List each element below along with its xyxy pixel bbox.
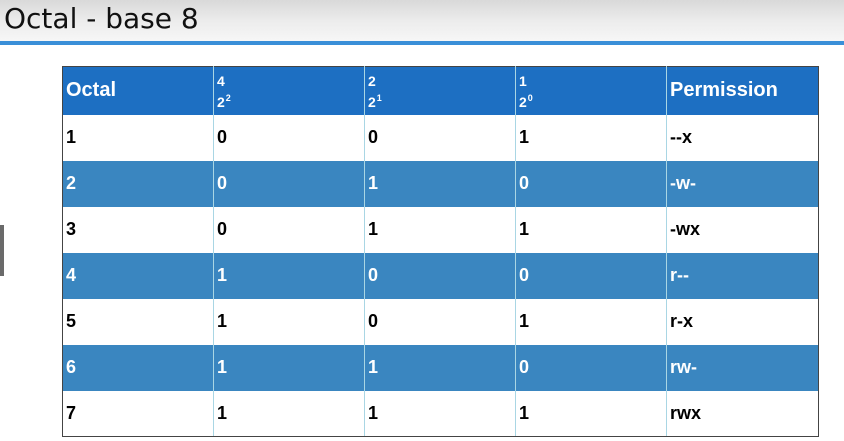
cell-bit-1: 1 <box>515 298 667 345</box>
header-bit-2-weight: 2 <box>368 72 376 89</box>
cell-octal: 6 <box>62 344 214 391</box>
cell-permission: r-- <box>666 252 819 299</box>
cell-bit-4: 1 <box>213 390 365 437</box>
table-row: 1 0 0 1 --x <box>62 114 819 161</box>
header-bit-2: 2 21 <box>364 66 516 115</box>
cell-bit-4: 1 <box>213 298 365 345</box>
table-row: 5 1 0 1 r-x <box>62 298 819 345</box>
table-row: 7 1 1 1 rwx <box>62 390 819 437</box>
table-row: 4 1 0 0 r-- <box>62 252 819 299</box>
cell-permission: r-x <box>666 298 819 345</box>
cell-bit-1: 0 <box>515 160 667 207</box>
cell-permission: rwx <box>666 390 819 437</box>
cell-permission: rw- <box>666 344 819 391</box>
header-bit-4-power: 22 <box>217 92 231 110</box>
table-row: 2 0 1 0 -w- <box>62 160 819 207</box>
cell-bit-2: 1 <box>364 206 516 253</box>
header-bit-2-power: 21 <box>368 92 382 110</box>
cell-octal: 5 <box>62 298 214 345</box>
cell-bit-4: 0 <box>213 160 365 207</box>
cell-bit-4: 0 <box>213 206 365 253</box>
slide-edge-marker <box>0 225 4 276</box>
cell-octal: 4 <box>62 252 214 299</box>
cell-bit-2: 0 <box>364 114 516 161</box>
cell-octal: 1 <box>62 114 214 161</box>
octal-permission-table: Octal 4 22 2 21 1 20 Permission 1 0 0 1 … <box>62 66 819 437</box>
header-bit-1-weight: 1 <box>519 72 527 89</box>
table-row: 6 1 1 0 rw- <box>62 344 819 391</box>
page-title: Octal - base 8 <box>4 2 199 35</box>
cell-bit-2: 1 <box>364 160 516 207</box>
cell-permission: -w- <box>666 160 819 207</box>
cell-bit-1: 1 <box>515 114 667 161</box>
cell-octal: 3 <box>62 206 214 253</box>
header-bit-1: 1 20 <box>515 66 667 115</box>
title-bar: Octal - base 8 <box>0 0 844 42</box>
header-octal: Octal <box>62 66 214 115</box>
cell-bit-1: 1 <box>515 390 667 437</box>
cell-bit-2: 0 <box>364 252 516 299</box>
cell-bit-4: 1 <box>213 344 365 391</box>
header-bit-1-power: 20 <box>519 92 533 110</box>
cell-permission: -wx <box>666 206 819 253</box>
header-bit-4-weight: 4 <box>217 72 225 89</box>
header-permission: Permission <box>666 66 819 115</box>
cell-permission: --x <box>666 114 819 161</box>
cell-bit-2: 0 <box>364 298 516 345</box>
cell-bit-1: 0 <box>515 252 667 299</box>
cell-bit-4: 0 <box>213 114 365 161</box>
cell-octal: 2 <box>62 160 214 207</box>
table-header-row: Octal 4 22 2 21 1 20 Permission <box>62 66 819 115</box>
cell-bit-1: 0 <box>515 344 667 391</box>
title-underline <box>0 41 844 45</box>
cell-bit-4: 1 <box>213 252 365 299</box>
cell-octal: 7 <box>62 390 214 437</box>
cell-bit-2: 1 <box>364 390 516 437</box>
header-bit-4: 4 22 <box>213 66 365 115</box>
table-row: 3 0 1 1 -wx <box>62 206 819 253</box>
cell-bit-2: 1 <box>364 344 516 391</box>
cell-bit-1: 1 <box>515 206 667 253</box>
